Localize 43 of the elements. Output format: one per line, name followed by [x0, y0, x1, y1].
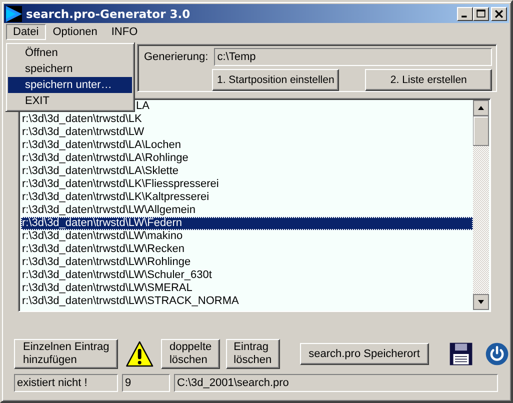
menu-item[interactable]: EXIT [8, 93, 132, 109]
list-row[interactable]: r:\3d\3d_daten\trwstd\LA\Lochen [21, 139, 473, 152]
action-button[interactable]: 1. Startposition einstellen [212, 69, 340, 91]
minimize-icon[interactable] [457, 6, 473, 20]
action-button[interactable]: doppelte löschen [161, 339, 220, 369]
list-row[interactable]: r:\3d\3d_daten\trwstd\LA\Sklette [21, 165, 473, 178]
menu-item[interactable]: INFO [104, 24, 145, 40]
list-row[interactable]: r:\3d\3d_daten\trwstd\LW\Recken [21, 243, 473, 256]
list-row[interactable]: r:\3d\3d_daten\trwstd\LK\Fliesspresserei [21, 178, 473, 191]
status-panel: C:\3d_2001\search.pro [174, 374, 498, 392]
scroll-up-icon[interactable] [473, 100, 489, 116]
maximize-icon[interactable] [473, 6, 489, 20]
action-button[interactable]: search.pro Speicherort [300, 343, 429, 365]
list-row[interactable]: r:\3d\3d_daten\trwstd\LW\Federn [21, 217, 473, 230]
list-row[interactable]: r:\3d\3d_daten\trwstd\LW\Rohlinge [21, 256, 473, 269]
list-row[interactable]: r:\3d\3d_daten\trwstd\LW\Allgemein [21, 204, 473, 217]
list-row[interactable]: r:\3d\3d_daten\trwstd\LW\SMERAL [21, 282, 473, 295]
close-icon[interactable] [491, 6, 507, 20]
power-icon[interactable] [484, 340, 509, 368]
list-row[interactable]: r:\3d\3d_daten\trwstd\LW\Schuler_630t [21, 269, 473, 282]
action-button[interactable]: 2. Liste erstellen [365, 69, 492, 91]
status-panel: existiert nicht ! [14, 374, 118, 392]
menu-item[interactable]: Optionen [46, 24, 104, 40]
window-title: search.pro-Generator 3.0 [26, 6, 192, 20]
list-row[interactable]: r:\3d\3d_daten\trwstd\LA\Rohlinge [21, 152, 473, 165]
app-icon [6, 6, 22, 22]
action-button[interactable]: Einzelnen Eintrag hinzufügen [14, 339, 118, 369]
list-row[interactable]: r:\3d\3d_daten\trwstd\LK\Kaltpresserei [21, 191, 473, 204]
menu-item[interactable]: speichern unter… [8, 77, 132, 93]
scroll-down-icon[interactable] [473, 294, 489, 310]
status-panel: 9 [122, 374, 170, 392]
menu-item[interactable]: Öffnen [8, 45, 132, 61]
path-field[interactable]: c:\Temp [214, 48, 492, 66]
scrollbar[interactable] [473, 100, 489, 310]
list-row[interactable]: r:\3d\3d_daten\trwstd\LK [21, 113, 473, 126]
menu-item[interactable]: Datei [6, 24, 46, 40]
list-row[interactable]: r:\3d\3d_daten\trwstd\LW [21, 126, 473, 139]
action-button[interactable]: Eintrag löschen [226, 339, 280, 369]
list-row[interactable]: r:\3d\3d_daten\trwstd\LW\STRACK_NORMA [21, 295, 473, 308]
field-label: Generierung: [144, 51, 208, 63]
list-row[interactable]: r:\3d\3d_daten\trwstd\LW\makino [21, 230, 473, 243]
menu-item[interactable]: speichern [8, 61, 132, 77]
scroll-thumb[interactable] [473, 116, 489, 146]
